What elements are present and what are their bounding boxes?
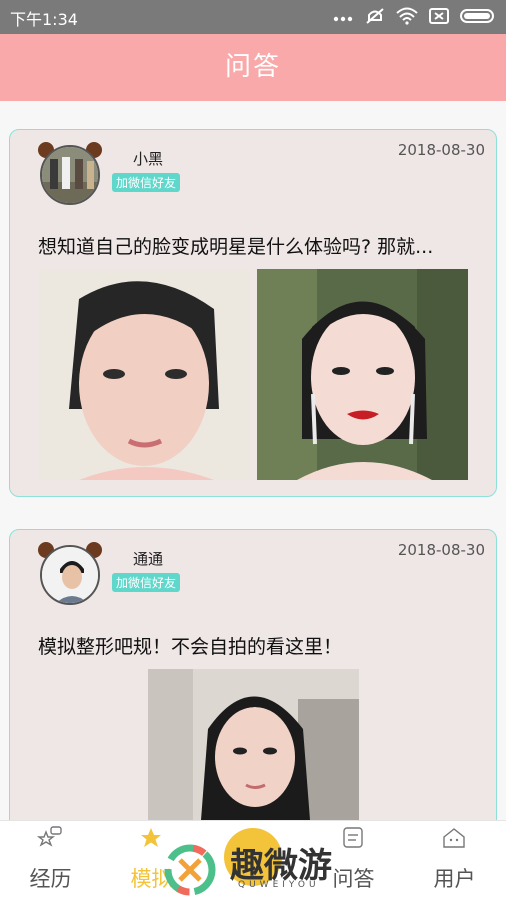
watermark-logo: 趣微游 QUWEIYOU <box>160 822 350 900</box>
sim-icon <box>429 8 449 24</box>
post-card[interactable]: 通通 加微信好友 2018-08-30 模拟整形吧规！不会自拍的看这里！ <box>9 529 497 821</box>
username[interactable]: 小黑 <box>133 148 163 169</box>
mute-icon <box>366 8 384 24</box>
avatar-image <box>40 545 100 605</box>
status-time: 下午1:34 <box>10 10 78 29</box>
avatar-image <box>40 145 100 205</box>
post-photo-left[interactable] <box>39 269 250 480</box>
star-chat-icon <box>37 826 62 847</box>
username[interactable]: 通通 <box>133 548 163 569</box>
page-title: 问答 <box>224 52 281 82</box>
avatar[interactable] <box>38 542 102 606</box>
watermark-sub: QUWEIYOU <box>238 880 320 890</box>
title-bar: 问答 <box>0 34 506 101</box>
nav-label: 用户 <box>433 867 476 891</box>
question-text[interactable]: 模拟整形吧规！不会自拍的看这里！ <box>38 632 498 659</box>
nav-item-user[interactable]: 用户 <box>404 821 505 900</box>
logo-icon <box>164 844 216 896</box>
question-text[interactable]: 想知道自己的脸变成明星是什么体验吗? 那就... <box>38 232 498 259</box>
status-bar: 下午1:34 <box>0 0 506 34</box>
battery-icon <box>460 9 494 23</box>
wifi-icon <box>396 7 418 25</box>
status-icons <box>332 7 496 25</box>
post-date: 2018-08-30 <box>397 541 485 559</box>
avatar[interactable] <box>38 142 102 206</box>
add-wechat-badge[interactable]: 加微信好友 <box>112 573 181 592</box>
home-icon <box>443 828 465 848</box>
post-date: 2018-08-30 <box>397 141 485 159</box>
post-card[interactable]: 小黑 加微信好友 2018-08-30 想知道自己的脸变成明星是什么体验吗? 那… <box>9 129 497 497</box>
qa-feed[interactable]: 小黑 加微信好友 2018-08-30 想知道自己的脸变成明星是什么体验吗? 那… <box>0 101 506 821</box>
add-wechat-badge[interactable]: 加微信好友 <box>112 173 181 192</box>
more-dots-icon <box>333 16 353 22</box>
nav-item-experience[interactable]: 经历 <box>0 821 101 900</box>
post-photo[interactable] <box>148 669 359 821</box>
post-photo-right[interactable] <box>257 269 468 480</box>
nav-label: 经历 <box>29 867 72 891</box>
